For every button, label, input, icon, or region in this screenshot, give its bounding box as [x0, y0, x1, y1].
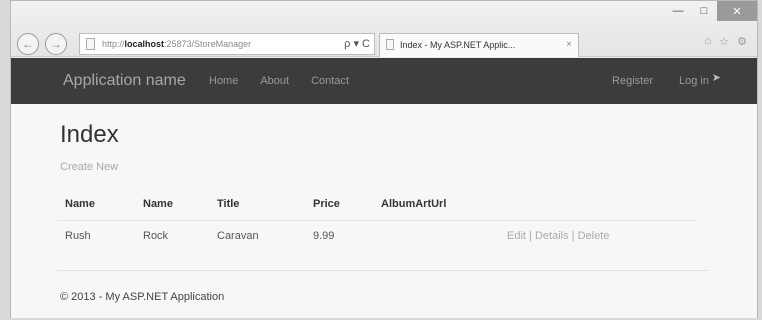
home-icon[interactable]: ⌂	[705, 35, 712, 48]
albums-table: Name Name Title Price AlbumArtUrl Rush R…	[57, 188, 697, 252]
back-icon[interactable]: ←	[17, 33, 39, 55]
browser-tab[interactable]: Index - My ASP.NET Applic... ×	[379, 33, 579, 57]
cell-artist-name: Rush	[65, 230, 91, 243]
window-controls: — □ ✕	[665, 1, 757, 23]
column-header-name: Name	[57, 188, 135, 221]
address-bar[interactable]: http://localhost:25873/StoreManager ρ ▾ …	[79, 33, 375, 55]
nav-login[interactable]: Log in	[679, 75, 709, 87]
nav-about[interactable]: About	[260, 75, 289, 87]
edit-link[interactable]: Edit	[507, 230, 526, 242]
minimize-icon[interactable]: —	[665, 1, 691, 21]
action-separator: |	[529, 230, 532, 243]
browser-toolbar-icons: ⌂ ☆ ⚙	[705, 35, 747, 48]
mouse-cursor-icon: ➤	[711, 72, 721, 84]
address-prefix: http://	[102, 39, 125, 49]
footer-divider	[57, 270, 709, 271]
gear-icon[interactable]: ⚙	[737, 35, 747, 48]
tab-title: Index - My ASP.NET Applic...	[400, 40, 516, 50]
nav-register[interactable]: Register	[612, 75, 653, 87]
column-header-genre-name: Name	[135, 188, 209, 221]
create-new-link[interactable]: Create New	[60, 161, 118, 173]
page-icon	[86, 38, 95, 50]
address-rest: :25873/StoreManager	[164, 39, 252, 49]
search-refresh-icon[interactable]: ρ ▾ C	[344, 34, 370, 54]
column-header-albumarturl: AlbumArtUrl	[373, 188, 507, 221]
table-header-row: Name Name Title Price AlbumArtUrl	[57, 188, 697, 221]
nav-links: Home About Contact	[209, 75, 349, 87]
address-host: localhost	[124, 39, 165, 49]
cell-genre-name: Rock	[143, 230, 169, 243]
table-row: Rush Rock Caravan 9.99 Edit | Details | …	[57, 220, 697, 252]
cell-price: 9.99	[313, 230, 335, 243]
nav-right-links: Register Log in	[612, 75, 709, 87]
page-title: Index	[60, 121, 119, 148]
column-header-price: Price	[305, 188, 373, 221]
row-actions: Edit | Details | Delete	[507, 220, 697, 252]
forward-icon[interactable]: →	[45, 33, 67, 55]
nav-home[interactable]: Home	[209, 75, 238, 87]
action-separator: |	[571, 230, 575, 243]
cell-title: Caravan	[217, 230, 259, 243]
tab-close-icon[interactable]: ×	[566, 34, 572, 56]
cell-albumarturl	[373, 220, 507, 252]
browser-window: — □ ✕ ← → http://localhost:25873/StoreMa…	[10, 0, 758, 318]
column-header-actions	[507, 188, 697, 221]
page-content: Index Create New Name Name Title Price A…	[11, 104, 757, 318]
column-header-title: Title	[209, 188, 305, 221]
star-icon[interactable]: ☆	[719, 35, 729, 48]
close-icon[interactable]: ✕	[717, 1, 757, 21]
delete-link[interactable]: Delete	[578, 230, 610, 242]
tab-page-icon	[386, 39, 394, 50]
nav-contact[interactable]: Contact	[311, 75, 349, 87]
details-link[interactable]: Details	[535, 230, 569, 242]
browser-chrome: — □ ✕ ← → http://localhost:25873/StoreMa…	[11, 1, 757, 57]
maximize-icon[interactable]: □	[691, 1, 717, 21]
footer-text: © 2013 - My ASP.NET Application	[60, 291, 225, 303]
brand-link[interactable]: Application name	[63, 72, 186, 90]
site-navbar: Application name Home About Contact Regi…	[11, 58, 757, 104]
